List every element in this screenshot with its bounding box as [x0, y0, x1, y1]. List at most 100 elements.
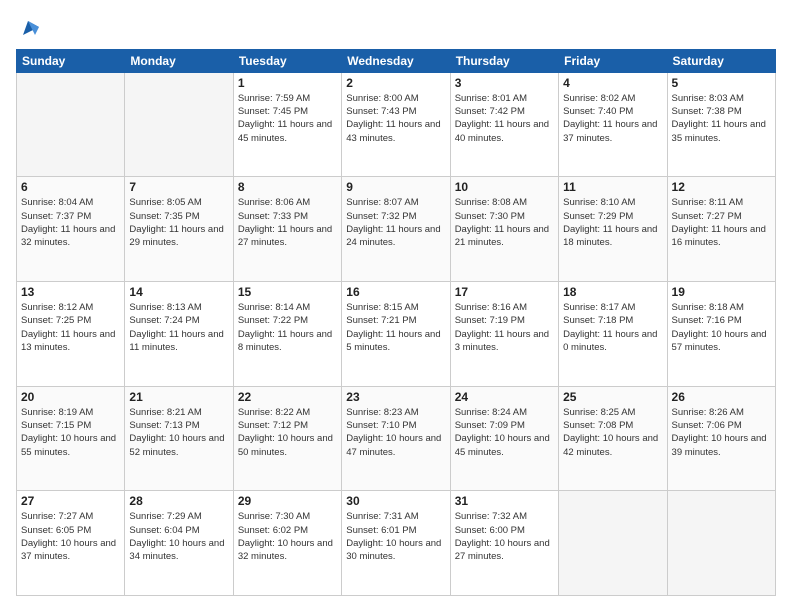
calendar-cell: 21 Sunrise: 8:21 AM Sunset: 7:13 PM Dayli…: [125, 386, 233, 491]
calendar-cell: 30 Sunrise: 7:31 AM Sunset: 6:01 PM Dayli…: [342, 491, 450, 596]
day-info: Sunrise: 8:14 AM Sunset: 7:22 PM Dayligh…: [238, 301, 337, 354]
day-info: Sunrise: 8:02 AM Sunset: 7:40 PM Dayligh…: [563, 92, 662, 145]
day-info: Sunrise: 8:19 AM Sunset: 7:15 PM Dayligh…: [21, 406, 120, 459]
calendar-cell: 19 Sunrise: 8:18 AM Sunset: 7:16 PM Dayli…: [667, 282, 775, 387]
day-number: 7: [129, 180, 228, 194]
calendar-cell: 13Sunrise: 8:12 AM Sunset: 7:25 PM Dayli…: [17, 282, 125, 387]
day-number: 6: [21, 180, 120, 194]
weekday-header-saturday: Saturday: [667, 49, 775, 72]
day-number: 30: [346, 494, 445, 508]
day-info: Sunrise: 8:16 AM Sunset: 7:19 PM Dayligh…: [455, 301, 554, 354]
day-info: Sunrise: 7:27 AM Sunset: 6:05 PM Dayligh…: [21, 510, 120, 563]
calendar-cell: 14 Sunrise: 8:13 AM Sunset: 7:24 PM Dayli…: [125, 282, 233, 387]
logo-icon: [17, 17, 39, 39]
day-number: 12: [672, 180, 771, 194]
calendar-cell: 8Sunrise: 8:06 AM Sunset: 7:33 PM Daylig…: [233, 177, 341, 282]
day-number: 15: [238, 285, 337, 299]
calendar-cell: 24 Sunrise: 8:24 AM Sunset: 7:09 PM Dayli…: [450, 386, 558, 491]
day-info: Sunrise: 8:11 AM Sunset: 7:27 PM Dayligh…: [672, 196, 771, 249]
calendar-table: SundayMondayTuesdayWednesdayThursdayFrid…: [16, 49, 776, 596]
calendar-cell: 17 Sunrise: 8:16 AM Sunset: 7:19 PM Dayli…: [450, 282, 558, 387]
day-number: 10: [455, 180, 554, 194]
calendar-cell: 3 Sunrise: 8:01 AM Sunset: 7:42 PM Daylig…: [450, 72, 558, 177]
day-info: Sunrise: 8:21 AM Sunset: 7:13 PM Dayligh…: [129, 406, 228, 459]
day-number: 4: [563, 76, 662, 90]
calendar-cell: 26 Sunrise: 8:26 AM Sunset: 7:06 PM Dayli…: [667, 386, 775, 491]
calendar-cell: 5Sunrise: 8:03 AM Sunset: 7:38 PM Daylig…: [667, 72, 775, 177]
day-info: Sunrise: 8:15 AM Sunset: 7:21 PM Dayligh…: [346, 301, 445, 354]
weekday-header-monday: Monday: [125, 49, 233, 72]
calendar-cell: 23 Sunrise: 8:23 AM Sunset: 7:10 PM Dayli…: [342, 386, 450, 491]
weekday-header-row: SundayMondayTuesdayWednesdayThursdayFrid…: [17, 49, 776, 72]
week-row-4: 20 Sunrise: 8:19 AM Sunset: 7:15 PM Dayli…: [17, 386, 776, 491]
calendar-cell: 2 Sunrise: 8:00 AM Sunset: 7:43 PM Daylig…: [342, 72, 450, 177]
page: SundayMondayTuesdayWednesdayThursdayFrid…: [0, 0, 792, 612]
calendar-cell: 15 Sunrise: 8:14 AM Sunset: 7:22 PM Dayli…: [233, 282, 341, 387]
calendar-cell: 27Sunrise: 7:27 AM Sunset: 6:05 PM Dayli…: [17, 491, 125, 596]
calendar-cell: 28 Sunrise: 7:29 AM Sunset: 6:04 PM Dayli…: [125, 491, 233, 596]
day-info: Sunrise: 8:26 AM Sunset: 7:06 PM Dayligh…: [672, 406, 771, 459]
day-info: Sunrise: 8:01 AM Sunset: 7:42 PM Dayligh…: [455, 92, 554, 145]
day-info: Sunrise: 8:05 AM Sunset: 7:35 PM Dayligh…: [129, 196, 228, 249]
day-info: Sunrise: 7:32 AM Sunset: 6:00 PM Dayligh…: [455, 510, 554, 563]
weekday-header-sunday: Sunday: [17, 49, 125, 72]
day-number: 14: [129, 285, 228, 299]
calendar-cell: [559, 491, 667, 596]
weekday-header-tuesday: Tuesday: [233, 49, 341, 72]
weekday-header-thursday: Thursday: [450, 49, 558, 72]
calendar-cell: 18 Sunrise: 8:17 AM Sunset: 7:18 PM Dayli…: [559, 282, 667, 387]
day-number: 20: [21, 390, 120, 404]
day-number: 19: [672, 285, 771, 299]
day-info: Sunrise: 7:31 AM Sunset: 6:01 PM Dayligh…: [346, 510, 445, 563]
calendar-cell: 4 Sunrise: 8:02 AM Sunset: 7:40 PM Daylig…: [559, 72, 667, 177]
day-info: Sunrise: 7:29 AM Sunset: 6:04 PM Dayligh…: [129, 510, 228, 563]
calendar-cell: [125, 72, 233, 177]
day-number: 23: [346, 390, 445, 404]
day-number: 18: [563, 285, 662, 299]
calendar-cell: 10Sunrise: 8:08 AM Sunset: 7:30 PM Dayli…: [450, 177, 558, 282]
week-row-5: 27Sunrise: 7:27 AM Sunset: 6:05 PM Dayli…: [17, 491, 776, 596]
calendar-cell: 11 Sunrise: 8:10 AM Sunset: 7:29 PM Dayli…: [559, 177, 667, 282]
calendar-cell: 22Sunrise: 8:22 AM Sunset: 7:12 PM Dayli…: [233, 386, 341, 491]
day-info: Sunrise: 8:18 AM Sunset: 7:16 PM Dayligh…: [672, 301, 771, 354]
day-number: 21: [129, 390, 228, 404]
calendar-cell: 25 Sunrise: 8:25 AM Sunset: 7:08 PM Dayli…: [559, 386, 667, 491]
day-info: Sunrise: 8:13 AM Sunset: 7:24 PM Dayligh…: [129, 301, 228, 354]
week-row-1: 1 Sunrise: 7:59 AM Sunset: 7:45 PM Daylig…: [17, 72, 776, 177]
weekday-header-wednesday: Wednesday: [342, 49, 450, 72]
week-row-3: 13Sunrise: 8:12 AM Sunset: 7:25 PM Dayli…: [17, 282, 776, 387]
weekday-header-friday: Friday: [559, 49, 667, 72]
day-info: Sunrise: 8:24 AM Sunset: 7:09 PM Dayligh…: [455, 406, 554, 459]
day-info: Sunrise: 8:25 AM Sunset: 7:08 PM Dayligh…: [563, 406, 662, 459]
day-number: 29: [238, 494, 337, 508]
calendar-cell: 1 Sunrise: 7:59 AM Sunset: 7:45 PM Daylig…: [233, 72, 341, 177]
day-info: Sunrise: 8:07 AM Sunset: 7:32 PM Dayligh…: [346, 196, 445, 249]
calendar-cell: 7 Sunrise: 8:05 AM Sunset: 7:35 PM Daylig…: [125, 177, 233, 282]
day-number: 1: [238, 76, 337, 90]
day-number: 13: [21, 285, 120, 299]
day-number: 25: [563, 390, 662, 404]
day-info: Sunrise: 7:59 AM Sunset: 7:45 PM Dayligh…: [238, 92, 337, 145]
day-number: 28: [129, 494, 228, 508]
calendar-cell: [17, 72, 125, 177]
calendar-cell: 6Sunrise: 8:04 AM Sunset: 7:37 PM Daylig…: [17, 177, 125, 282]
day-info: Sunrise: 8:22 AM Sunset: 7:12 PM Dayligh…: [238, 406, 337, 459]
day-number: 31: [455, 494, 554, 508]
day-number: 17: [455, 285, 554, 299]
day-info: Sunrise: 8:00 AM Sunset: 7:43 PM Dayligh…: [346, 92, 445, 145]
day-number: 26: [672, 390, 771, 404]
day-number: 2: [346, 76, 445, 90]
day-number: 24: [455, 390, 554, 404]
calendar-cell: 16Sunrise: 8:15 AM Sunset: 7:21 PM Dayli…: [342, 282, 450, 387]
day-info: Sunrise: 8:17 AM Sunset: 7:18 PM Dayligh…: [563, 301, 662, 354]
calendar-cell: [667, 491, 775, 596]
day-info: Sunrise: 8:23 AM Sunset: 7:10 PM Dayligh…: [346, 406, 445, 459]
header: [16, 16, 776, 39]
day-number: 11: [563, 180, 662, 194]
day-number: 9: [346, 180, 445, 194]
calendar-cell: 9 Sunrise: 8:07 AM Sunset: 7:32 PM Daylig…: [342, 177, 450, 282]
calendar-cell: 20 Sunrise: 8:19 AM Sunset: 7:15 PM Dayli…: [17, 386, 125, 491]
day-info: Sunrise: 8:10 AM Sunset: 7:29 PM Dayligh…: [563, 196, 662, 249]
day-number: 3: [455, 76, 554, 90]
calendar-cell: 29Sunrise: 7:30 AM Sunset: 6:02 PM Dayli…: [233, 491, 341, 596]
